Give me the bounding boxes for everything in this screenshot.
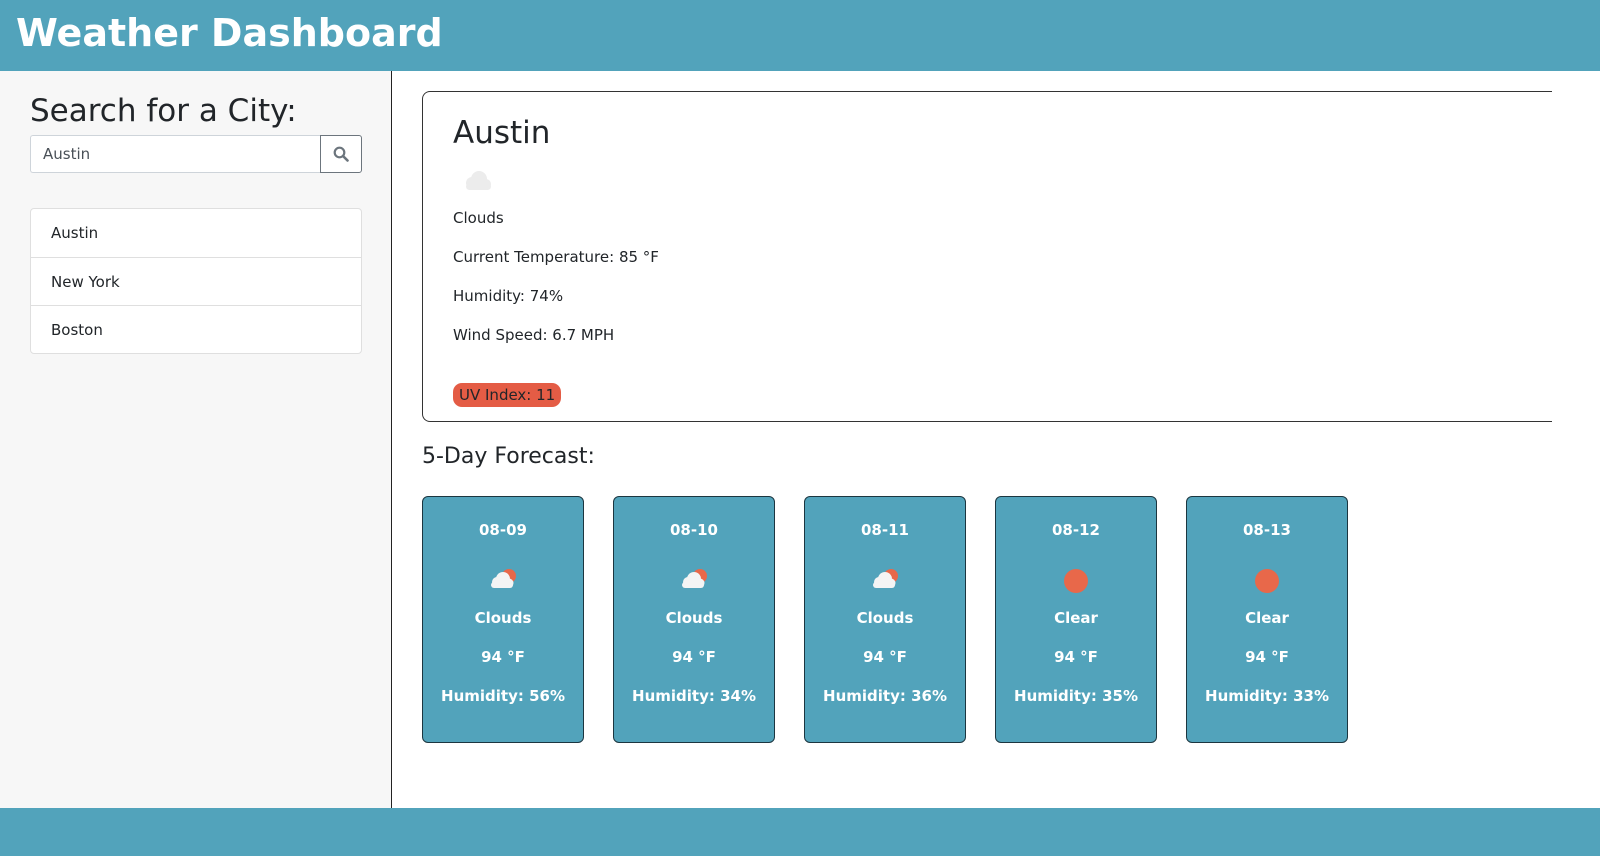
forecast-date: 08-10 bbox=[670, 521, 718, 539]
forecast-temperature: 94 °F bbox=[672, 648, 716, 666]
current-weather-card: Austin Clouds Current Temperature: 85 °F… bbox=[422, 91, 1552, 422]
search-history-list: Austin New York Boston bbox=[30, 208, 362, 354]
forecast-date: 08-13 bbox=[1243, 521, 1291, 539]
history-item-boston[interactable]: Boston bbox=[31, 305, 361, 353]
forecast-date: 08-12 bbox=[1052, 521, 1100, 539]
current-description: Clouds bbox=[453, 209, 504, 227]
cloud-sun-icon bbox=[491, 569, 516, 588]
forecast-date: 08-11 bbox=[861, 521, 909, 539]
current-city-name: Austin bbox=[453, 115, 551, 151]
forecast-humidity: Humidity: 33% bbox=[1205, 687, 1329, 705]
history-item-new-york[interactable]: New York bbox=[31, 257, 361, 305]
sun-icon bbox=[1064, 569, 1088, 593]
main-content: Austin Clouds Current Temperature: 85 °F… bbox=[393, 71, 1600, 808]
forecast-humidity: Humidity: 56% bbox=[441, 687, 565, 705]
forecast-card: 08-09 Clouds 94 °F Humidity: 56% bbox=[422, 496, 584, 743]
current-humidity: Humidity: 74% bbox=[453, 287, 564, 305]
forecast-description: Clouds bbox=[856, 609, 914, 627]
history-item-austin[interactable]: Austin bbox=[31, 209, 361, 257]
search-icon bbox=[333, 146, 349, 162]
current-wind-speed: Wind Speed: 6.7 MPH bbox=[453, 326, 615, 344]
forecast-temperature: 94 °F bbox=[1245, 648, 1289, 666]
current-temperature: Current Temperature: 85 °F bbox=[453, 248, 659, 266]
app-header: Weather Dashboard bbox=[0, 0, 1600, 71]
sun-icon bbox=[1255, 569, 1279, 593]
forecast-description: Clouds bbox=[665, 609, 723, 627]
forecast-temperature: 94 °F bbox=[863, 648, 907, 666]
cloud-sun-icon bbox=[682, 569, 707, 588]
forecast-date: 08-09 bbox=[479, 521, 527, 539]
uv-index-badge: UV Index: 11 bbox=[453, 383, 562, 407]
forecast-card: 08-13 Clear 94 °F Humidity: 33% bbox=[1186, 496, 1348, 743]
city-search-input[interactable] bbox=[30, 135, 321, 173]
sidebar: Search for a City: Austin New York Bosto… bbox=[0, 71, 392, 808]
forecast-humidity: Humidity: 34% bbox=[632, 687, 756, 705]
forecast-temperature: 94 °F bbox=[481, 648, 525, 666]
forecast-humidity: Humidity: 36% bbox=[823, 687, 947, 705]
search-heading: Search for a City: bbox=[30, 93, 297, 129]
search-button[interactable] bbox=[320, 135, 362, 173]
forecast-humidity: Humidity: 35% bbox=[1014, 687, 1138, 705]
forecast-temperature: 94 °F bbox=[1054, 648, 1098, 666]
forecast-description: Clear bbox=[1054, 609, 1098, 627]
forecast-heading: 5-Day Forecast: bbox=[422, 444, 595, 469]
forecast-description: Clear bbox=[1245, 609, 1289, 627]
forecast-card: 08-10 Clouds 94 °F Humidity: 34% bbox=[613, 496, 775, 743]
forecast-card: 08-12 Clear 94 °F Humidity: 35% bbox=[995, 496, 1157, 743]
forecast-card: 08-11 Clouds 94 °F Humidity: 36% bbox=[804, 496, 966, 743]
search-group bbox=[30, 135, 362, 173]
forecast-description: Clouds bbox=[474, 609, 532, 627]
cloud-icon bbox=[466, 171, 491, 190]
cloud-sun-icon bbox=[873, 569, 898, 588]
app-footer bbox=[0, 808, 1600, 856]
app-title: Weather Dashboard bbox=[16, 11, 443, 55]
